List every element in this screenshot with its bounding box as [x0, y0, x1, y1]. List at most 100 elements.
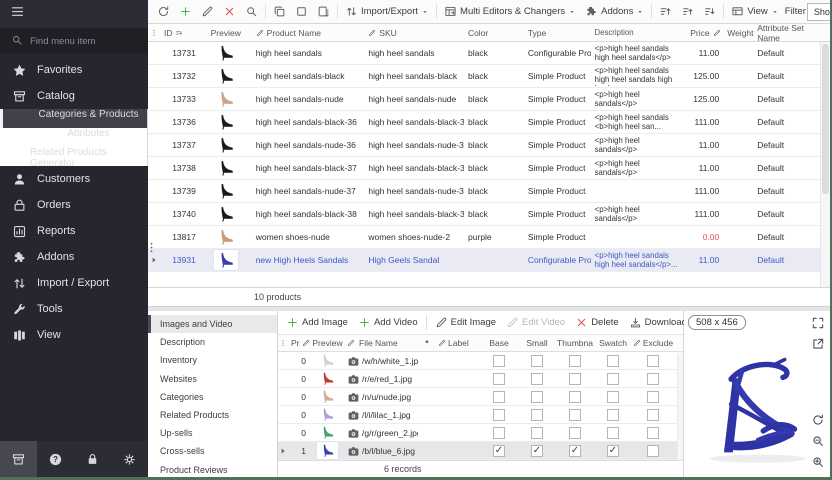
table-row[interactable]: 13739high heel sandals-nude-37high heel …: [148, 180, 820, 203]
edit-image-button[interactable]: Edit Image: [431, 313, 500, 332]
delete-image-button[interactable]: Delete: [571, 313, 622, 332]
hamburger-menu-button[interactable]: [10, 4, 25, 24]
base-checkbox[interactable]: [493, 373, 505, 385]
sidebar-item-reports[interactable]: Reports: [0, 218, 148, 244]
column-header-exclude[interactable]: Exclude: [632, 338, 674, 348]
sidebar-item-attributes[interactable]: Attributes: [0, 128, 148, 147]
base-checkbox[interactable]: [493, 355, 505, 367]
sidebar-item-addons[interactable]: Addons: [0, 244, 148, 270]
tab-categories[interactable]: Categories: [148, 388, 277, 406]
zoom-in-button[interactable]: [811, 455, 825, 469]
column-header-attribute-set-name[interactable]: Attribute Set Name: [753, 24, 820, 41]
swatch-checkbox[interactable]: [607, 355, 619, 367]
exclude-checkbox[interactable]: [647, 391, 659, 403]
column-header-sku[interactable]: SKU: [364, 24, 464, 41]
column-header-color[interactable]: Color: [464, 24, 524, 41]
table-row[interactable]: 13738high heel sandals-black-37high heel…: [148, 157, 820, 180]
thumbnail-checkbox[interactable]: [569, 373, 581, 385]
column-header-file-name[interactable]: File Name: [345, 338, 418, 348]
gear-footer-button[interactable]: [111, 441, 148, 477]
column-header-type[interactable]: Type: [524, 24, 591, 41]
image-row[interactable]: 0/l/i/lilac_1.jpg: [278, 406, 677, 424]
swatch-checkbox[interactable]: [607, 373, 619, 385]
menu-search-input[interactable]: Find menu item: [0, 28, 148, 54]
column-header-preview[interactable]: Preview: [200, 24, 252, 41]
search-button[interactable]: [241, 2, 262, 21]
column-header-small[interactable]: Small: [518, 338, 556, 348]
thumbnail-checkbox[interactable]: [569, 409, 581, 421]
tab-related-products[interactable]: Related Products: [148, 406, 277, 424]
base-checkbox[interactable]: [493, 409, 505, 421]
exclude-checkbox[interactable]: [647, 355, 659, 367]
thumbnail-checkbox[interactable]: [569, 427, 581, 439]
sidebar-item-favorites[interactable]: Favorites: [0, 57, 148, 83]
column-header-preview[interactable]: Preview: [310, 338, 345, 348]
images-scrollbar[interactable]: [677, 353, 683, 460]
tab-up-sells[interactable]: Up-sells: [148, 424, 277, 442]
column-header-label[interactable]: Label: [435, 338, 480, 348]
exclude-checkbox[interactable]: [647, 409, 659, 421]
refresh-button[interactable]: [153, 2, 174, 21]
delete-product-button[interactable]: [219, 2, 240, 21]
exclude-checkbox[interactable]: [647, 445, 659, 457]
tab-inventory[interactable]: Inventory: [148, 351, 277, 369]
edit-product-button[interactable]: [197, 2, 218, 21]
swatch-checkbox[interactable]: [607, 427, 619, 439]
column-header-swatch[interactable]: Swatch: [594, 338, 632, 348]
scrollbar-thumb[interactable]: [822, 44, 829, 194]
add-product-button[interactable]: [175, 2, 196, 21]
rotate-button[interactable]: [811, 413, 825, 427]
image-row[interactable]: 1/b/l/blue_6.jpg✓✓✓✓: [278, 442, 677, 460]
column-header-base[interactable]: Base: [480, 338, 518, 348]
tab-description[interactable]: Description: [148, 333, 277, 351]
question-footer-button[interactable]: ?: [37, 441, 74, 477]
small-checkbox[interactable]: [531, 427, 543, 439]
exclude-checkbox[interactable]: [647, 427, 659, 439]
image-row[interactable]: 0/r/e/red_1.jpg: [278, 370, 677, 388]
swatch-checkbox[interactable]: ✓: [607, 445, 619, 457]
sidebar-item-catalog[interactable]: Catalog: [0, 83, 148, 109]
table-row[interactable]: 13731high heel sandalshigh heel sandalsb…: [148, 42, 820, 65]
tab-cross-sells[interactable]: Cross-sells: [148, 442, 277, 460]
multi-editors-menu-button[interactable]: Multi Editors & Changers: [440, 2, 580, 21]
table-row[interactable]: 13817women shoes-nudewomen shoes-nude-2p…: [148, 226, 820, 249]
column-header-weight[interactable]: Weight: [723, 24, 753, 41]
base-checkbox[interactable]: [493, 391, 505, 403]
open-external-button[interactable]: [811, 337, 825, 351]
splitter-handle[interactable]: [148, 232, 154, 262]
addons-menu-button[interactable]: Addons: [581, 2, 648, 21]
image-row[interactable]: 0/g/r/green_2.jpg: [278, 424, 677, 442]
exclude-checkbox[interactable]: [647, 373, 659, 385]
sidebar-item-import-export[interactable]: Import / Export: [0, 270, 148, 296]
lock-footer-button[interactable]: [74, 441, 111, 477]
image-size-field[interactable]: 508 x 456: [688, 315, 746, 330]
thumbnail-checkbox[interactable]: ✓: [569, 445, 581, 457]
sidebar-item-view[interactable]: View: [0, 322, 148, 348]
small-checkbox[interactable]: [531, 373, 543, 385]
sidebar-item-categories-products[interactable]: Categories & Products: [0, 109, 148, 128]
fullscreen-button[interactable]: [811, 316, 825, 330]
table-row[interactable]: 13931new High Heels SandalsHigh Geels Sa…: [148, 249, 820, 272]
sidebar-item-tools[interactable]: Tools: [0, 296, 148, 322]
zoom-out-button[interactable]: [811, 434, 825, 448]
column-header-id[interactable]: ID: [160, 24, 200, 41]
swatch-checkbox[interactable]: [607, 409, 619, 421]
table-row[interactable]: 13733high heel sandals-nudehigh heel san…: [148, 88, 820, 111]
column-header-thumbna[interactable]: Thumbna: [556, 338, 594, 348]
table-row[interactable]: 13732high heel sandals-blackhigh heel sa…: [148, 65, 820, 88]
sort-desc-button[interactable]: [699, 2, 720, 21]
sort-asc-button[interactable]: [677, 2, 698, 21]
image-row[interactable]: 0/w/h/white_1.jpg: [278, 352, 677, 370]
select-button[interactable]: [291, 2, 312, 21]
sidebar-item-related-products-generator[interactable]: Related Products Generator: [0, 147, 148, 166]
column-header-price[interactable]: Price: [686, 24, 723, 41]
table-row[interactable]: 13740high heel sandals-black-38high heel…: [148, 203, 820, 226]
sidebar-item-orders[interactable]: Orders: [0, 192, 148, 218]
column-header-sort-flag[interactable]: [418, 339, 435, 347]
small-checkbox[interactable]: [531, 355, 543, 367]
sidebar-item-customers[interactable]: Customers: [0, 166, 148, 192]
thumbnail-checkbox[interactable]: [569, 355, 581, 367]
tab-websites[interactable]: Websites: [148, 370, 277, 388]
paste-special-button[interactable]: [313, 2, 334, 21]
thumbnail-checkbox[interactable]: [569, 391, 581, 403]
